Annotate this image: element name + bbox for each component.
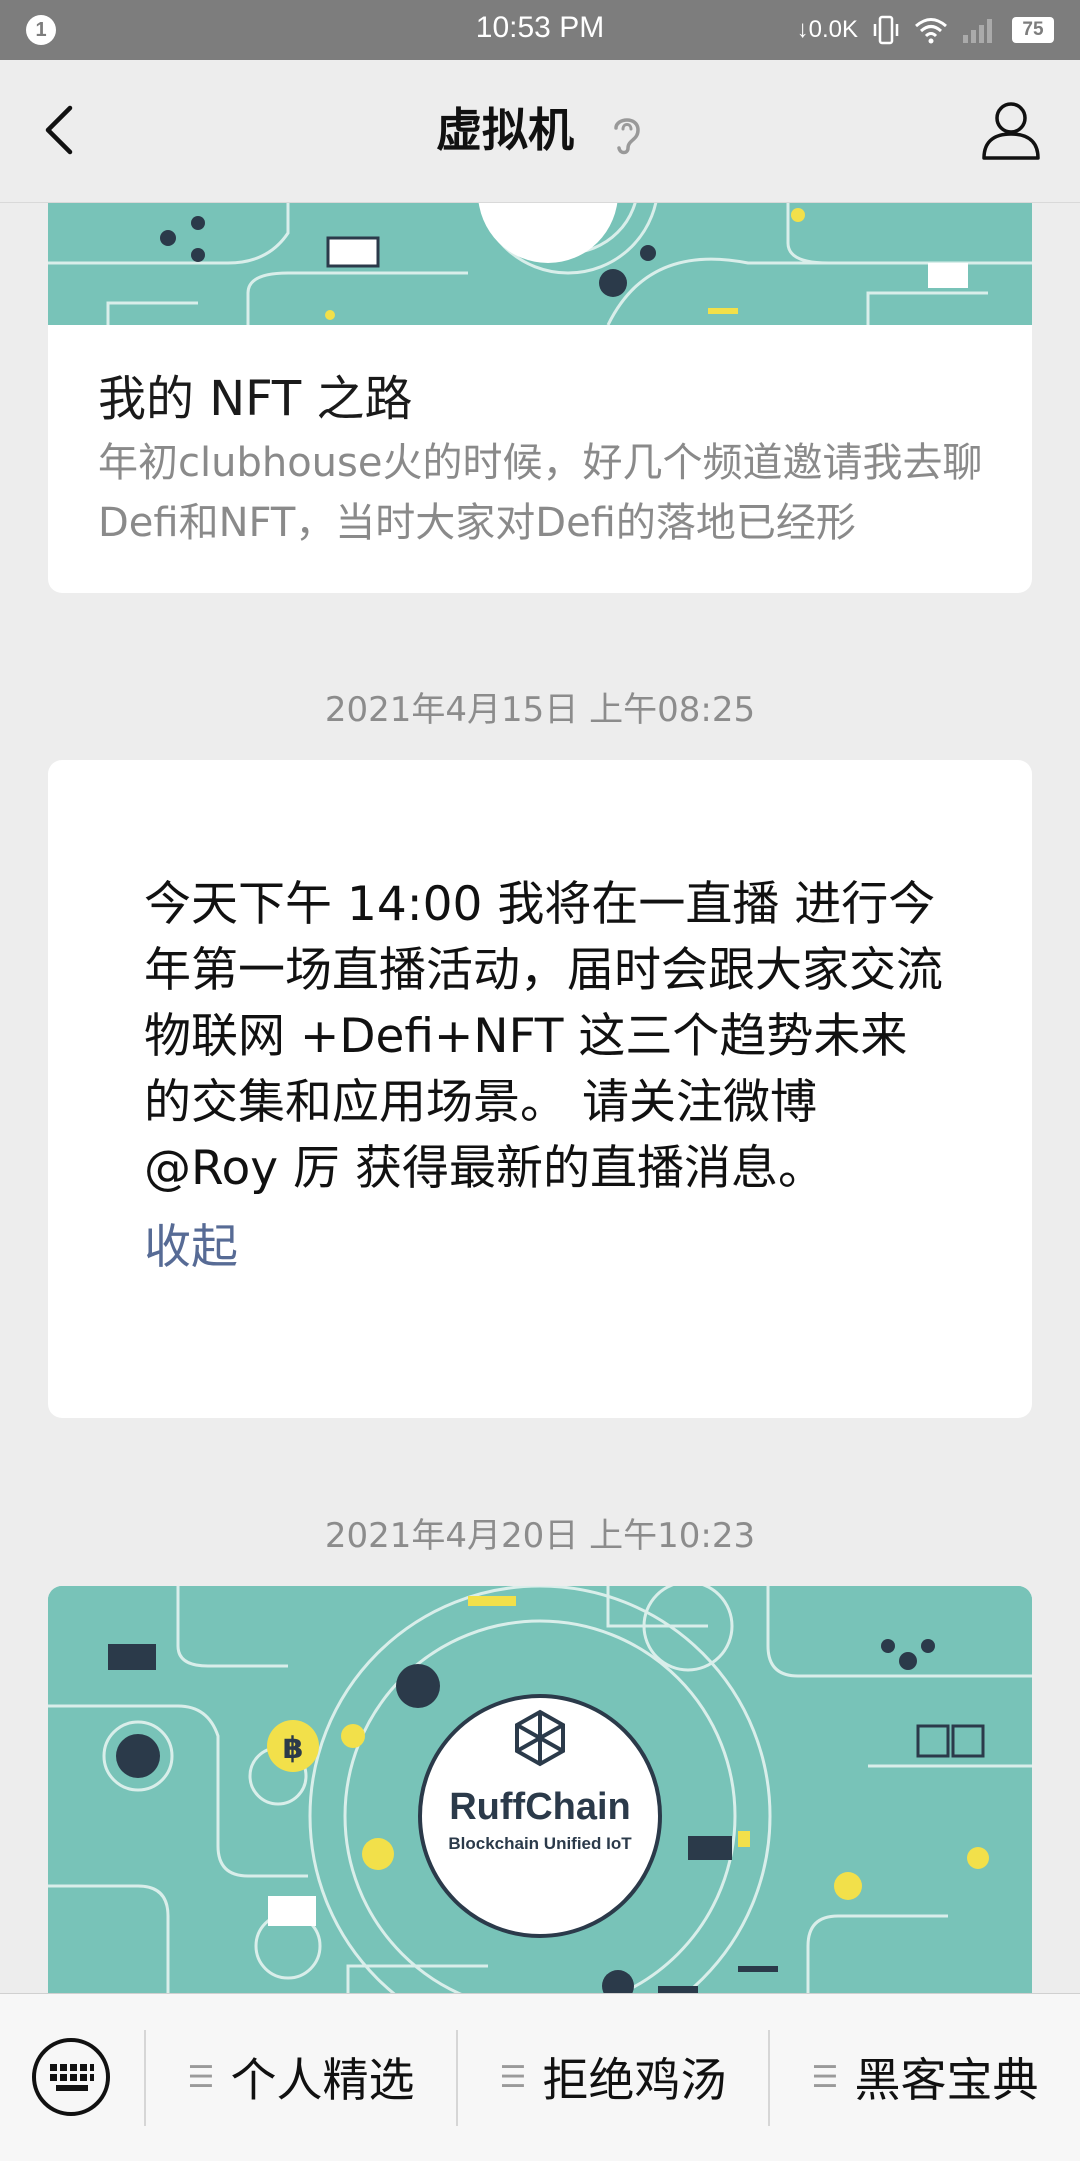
article-summary: 年初clubhouse火的时候，好几个频道邀请我去聊Defi和NFT，当时大家对… [98, 440, 983, 546]
svg-text:฿: ฿ [283, 1731, 304, 1766]
menu-item-reject-chicken-soup[interactable]: ☰ 拒绝鸡汤 [458, 2034, 768, 2120]
brand-tagline: Blockchain Unified IoT [448, 1834, 632, 1853]
keyboard-toggle-icon[interactable] [30, 2036, 112, 2118]
message-text: 今天下午 14:00 我将在一直播 进行今年第一场直播活动，届时会跟大家交流物联… [144, 877, 943, 1196]
message-timestamp: 2021年4月15日 上午08:25 [324, 690, 756, 730]
collapse-link[interactable]: 收起 [144, 1208, 238, 1277]
page-title-wrap: 虚拟机 [0, 100, 1080, 160]
chat-header: 虚拟机 [0, 60, 1080, 203]
menu-item-label: 拒绝鸡汤 [542, 2053, 727, 2107]
menu-list-icon: ☰ [499, 2059, 527, 2095]
article-card[interactable]: RuffChain Blockchain Unified IoT ฿ [48, 1586, 1032, 2006]
status-icons: ↓0.0K 75 [797, 12, 1054, 48]
article-title: 我的 NFT 之路 [98, 371, 413, 427]
menu-item-hacker-handbook[interactable]: ☰ 黑客宝典 [770, 2034, 1080, 2120]
ear-mode-icon [614, 117, 640, 154]
network-speed: ↓0.0K [796, 16, 858, 43]
menu-item-label: 黑客宝典 [854, 2053, 1039, 2107]
bottom-menu-bar: ☰ 个人精选 ☰ 拒绝鸡汤 ☰ 黑客宝典 [0, 1993, 1080, 2161]
article-cover-image [48, 203, 1032, 325]
ruffchain-cover-image: RuffChain Blockchain Unified IoT ฿ [48, 1586, 1032, 2006]
vibrate-icon [873, 15, 899, 45]
menu-item-personal-picks[interactable]: ☰ 个人精选 [146, 2034, 456, 2120]
message-timestamp: 2021年4月20日 上午10:23 [324, 1516, 756, 1556]
menu-item-label: 个人精选 [230, 2053, 415, 2107]
signal-icon [963, 19, 992, 43]
menu-list-icon: ☰ [811, 2059, 839, 2095]
status-bar: 1 10:53 PM ↓0.0K 75 [0, 0, 1080, 60]
brand-name: RuffChain [449, 1786, 631, 1828]
wifi-icon [915, 18, 947, 44]
profile-icon[interactable] [978, 96, 1044, 162]
text-message-card: 今天下午 14:00 我将在一直播 进行今年第一场直播活动，届时会跟大家交流物联… [48, 760, 1032, 1418]
article-card[interactable]: 我的 NFT 之路 年初clubhouse火的时候，好几个频道邀请我去聊Defi… [48, 203, 1032, 593]
page-title: 虚拟机 [435, 103, 574, 157]
battery-indicator: 75 [1012, 17, 1054, 43]
menu-list-icon: ☰ [187, 2059, 215, 2095]
